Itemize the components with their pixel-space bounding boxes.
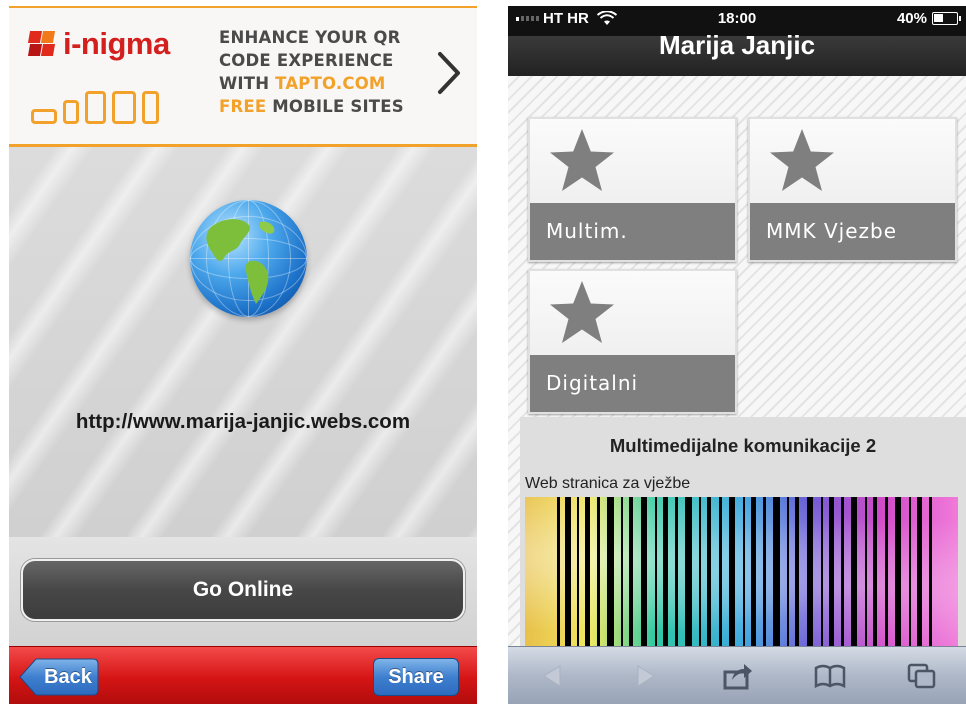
safari-toolbar [508, 646, 966, 704]
promo-banner[interactable]: i-nigma ENHANCE YOUR QR CODE EXPERIENCE … [9, 6, 477, 147]
banner-line: WITH TAPTO.COM [219, 72, 434, 95]
star-icon [770, 129, 834, 191]
banner-text: MOBILE SITES [266, 97, 404, 116]
bottom-toolbar: Back Share [9, 646, 477, 704]
globe-icon [190, 200, 307, 317]
share-button[interactable]: Share [373, 658, 459, 696]
devices-icon [31, 91, 159, 124]
tapto-link: TAPTO.COM [275, 74, 386, 93]
site-title: Marija Janjic [658, 30, 816, 60]
barcode-image [525, 497, 958, 647]
battery-icon [932, 12, 961, 25]
logo-mark-icon [27, 29, 57, 59]
logo-text: i-nigma [63, 26, 170, 61]
banner-line: CODE EXPERIENCE [219, 51, 394, 70]
tile-label: MMK Vjezbe [750, 203, 955, 260]
tile-label: Multim. [530, 203, 735, 260]
tile-mmk-vjezbe[interactable]: MMK Vjezbe [748, 117, 957, 262]
banner-highlight: FREE [219, 97, 267, 116]
banner-copy: ENHANCE YOUR QR CODE EXPERIENCE WITH TAP… [219, 26, 434, 118]
star-icon [550, 281, 614, 343]
tile-label: Digitalni [530, 355, 735, 412]
site-header: Marija Janjic [508, 30, 966, 76]
barcode-bars [557, 497, 932, 647]
back-button[interactable]: Back [19, 658, 99, 696]
bookmarks-icon[interactable] [814, 661, 846, 691]
back-label: Back [44, 666, 92, 688]
inigma-logo: i-nigma [27, 24, 170, 64]
chevron-right-icon[interactable] [434, 48, 464, 98]
safari-screen: HT HR 18:00 40% Marija Janjic Multim. MM… [508, 6, 966, 704]
banner-text: WITH [219, 74, 276, 93]
forward-arrow-icon[interactable] [630, 661, 662, 691]
tile-digitalni[interactable]: Digitalni [528, 269, 737, 414]
go-online-button[interactable]: Go Online [21, 559, 465, 621]
banner-line: FREE MOBILE SITES [219, 95, 434, 118]
tile-multim[interactable]: Multim. [528, 117, 737, 262]
content-box: Multimedijalne komunikacije 2 Web strani… [520, 417, 966, 647]
star-icon [550, 129, 614, 191]
battery-group: 40% [896, 10, 961, 27]
banner-line: ENHANCE YOUR QR [219, 28, 401, 47]
scan-result-area: http://www.marija-janjic.webs.com [9, 147, 477, 537]
inigma-screen: i-nigma ENHANCE YOUR QR CODE EXPERIENCE … [9, 6, 477, 704]
pages-icon[interactable] [906, 661, 938, 691]
content-subtitle: Web stranica za vježbe [525, 475, 691, 492]
battery-percent: 40% [896, 10, 927, 27]
back-arrow-icon[interactable] [536, 661, 568, 691]
action-area: Go Online [9, 537, 477, 646]
content-title: Multimedijalne komunikacije 2 [609, 435, 877, 456]
share-icon[interactable] [722, 661, 754, 691]
scanned-url[interactable]: http://www.marija-janjic.webs.com [9, 410, 477, 434]
